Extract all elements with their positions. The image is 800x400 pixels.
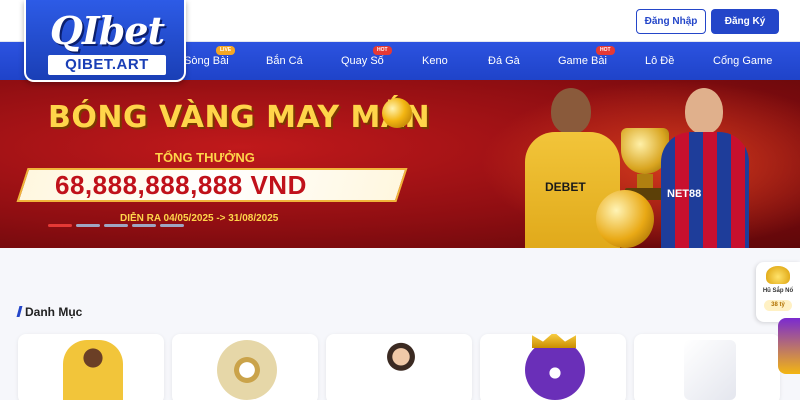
lottery-cage-icon [217, 340, 277, 400]
golden-ball-icon [382, 98, 412, 128]
crown-icon [532, 334, 576, 348]
hot-badge: HOT [373, 46, 392, 55]
category-section: Danh Mục [0, 248, 800, 400]
banner-title: BÓNG VÀNG MAY MẮN [48, 100, 431, 135]
nav-item-keno[interactable]: Keno [422, 42, 448, 80]
slide-dot[interactable] [76, 224, 100, 227]
ball-8-icon [525, 340, 585, 400]
slide-dot[interactable] [132, 224, 156, 227]
jersey-sponsor: NET88 [667, 188, 702, 200]
section-title-text: Danh Mục [25, 305, 83, 319]
live-badge: LIVE [216, 46, 236, 55]
jackpot-title: Hũ Sắp Nổ [762, 288, 794, 294]
nav-item-ban-ca[interactable]: Bắn Cá [266, 42, 303, 80]
slide-indicators [48, 224, 184, 227]
logo-wordmark: QIbet [34, 6, 180, 54]
category-card-card-games[interactable] [634, 334, 780, 400]
title-accent [16, 306, 23, 317]
promo-banner[interactable]: BÓNG VÀNG MAY MẮN TỔNG THƯỞNG 68,888,888… [0, 80, 800, 248]
jersey-sponsor: DEBET [545, 180, 586, 194]
side-promo-widget[interactable] [778, 318, 800, 374]
player-head [685, 88, 723, 134]
banner-subtitle: TỔNG THƯỞNG [155, 150, 255, 165]
jackpot-widget[interactable]: Hũ Sắp Nổ 38 tỷ [756, 262, 800, 322]
trophy-stem [637, 174, 653, 188]
casino-dealer-icon [371, 340, 431, 400]
logo-domain: QIBET.ART [48, 55, 166, 75]
treasure-icon [766, 266, 790, 284]
category-card-sports[interactable] [18, 334, 164, 400]
playing-cards-icon [684, 340, 736, 400]
player-head [551, 88, 591, 134]
nav-item-cong-game[interactable]: Cổng Game [713, 42, 772, 80]
nav-item-da-ga[interactable]: Đá Gà [488, 42, 520, 80]
hot-badge: HOT [596, 46, 615, 55]
category-card-casino[interactable] [326, 334, 472, 400]
gold-football-icon [596, 190, 654, 248]
prize-amount: 68,888,888,888 VND [55, 170, 307, 200]
slide-dot[interactable] [48, 224, 72, 227]
register-button[interactable]: Đăng Ký [711, 9, 779, 34]
page: Đăng Nhập Đăng Ký Sòng Bài LIVE Bắn Cá Q… [0, 0, 800, 400]
slide-dot[interactable] [104, 224, 128, 227]
section-title: Danh Mục [16, 305, 83, 319]
site-logo[interactable]: QIbet QIBET.ART [24, 0, 186, 82]
football-player-icon [63, 340, 123, 400]
nav-item-lo-de[interactable]: Lô Đề [645, 42, 674, 80]
player-striped-image: NET88 [655, 88, 755, 248]
login-button[interactable]: Đăng Nhập [636, 9, 706, 34]
category-card-lottery[interactable] [172, 334, 318, 400]
category-card-games[interactable] [480, 334, 626, 400]
jackpot-amount: 38 tỷ [764, 300, 792, 311]
logo-name: QIbet [49, 7, 165, 53]
promo-dates: DIỄN RA 04/05/2025 -> 31/08/2025 [120, 213, 279, 224]
slide-dot[interactable] [160, 224, 184, 227]
